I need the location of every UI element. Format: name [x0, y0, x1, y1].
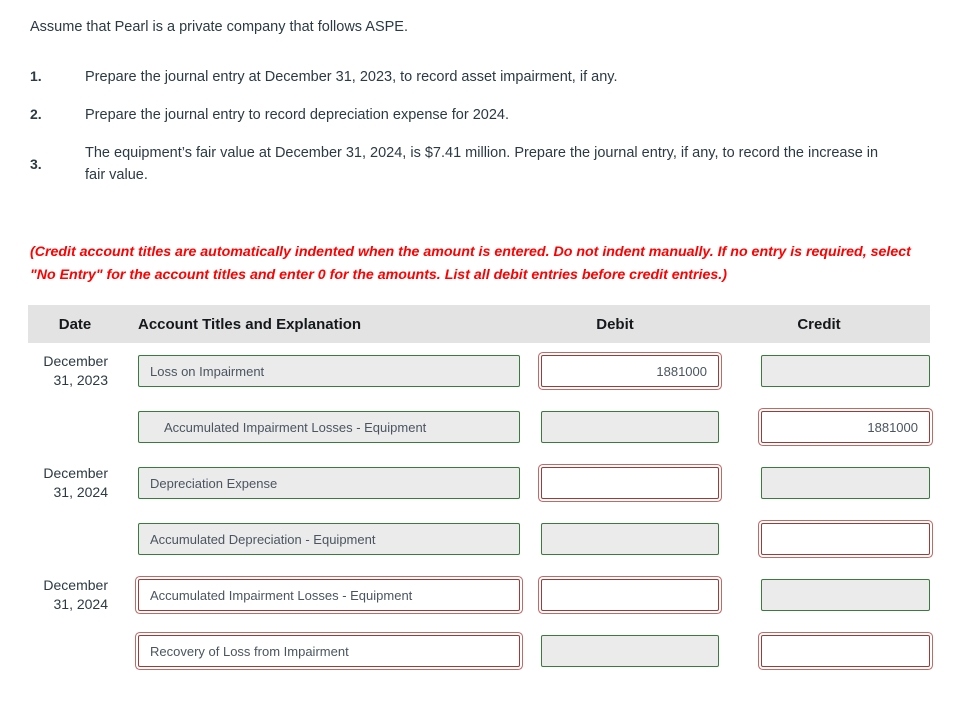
intro-paragraph: Assume that Pearl is a private company t…	[30, 19, 408, 35]
credit-amount-input[interactable]	[761, 355, 930, 387]
account-title-value: Recovery of Loss from Impairment	[150, 643, 349, 659]
account-cell: Accumulated Impairment Losses - Equipmen…	[122, 579, 520, 611]
account-title-input[interactable]: Loss on Impairment	[138, 355, 520, 387]
account-cell: Accumulated Depreciation - Equipment	[122, 523, 520, 555]
requirement-number: 3.	[30, 156, 42, 172]
table-row: Accumulated Impairment Losses - Equipmen…	[28, 399, 930, 455]
credit-amount-value: 1881000	[867, 419, 918, 435]
credit-cell	[730, 467, 930, 499]
account-title-input[interactable]: Recovery of Loss from Impairment	[138, 635, 520, 667]
account-title-input[interactable]: Accumulated Depreciation - Equipment	[138, 523, 520, 555]
table-row: December 31, 2024 Accumulated Impairment…	[28, 567, 930, 623]
account-cell: Loss on Impairment	[122, 355, 520, 387]
debit-amount-input[interactable]	[541, 523, 719, 555]
entry-date: December 31, 2024	[43, 577, 108, 612]
account-title-value: Accumulated Impairment Losses - Equipmen…	[150, 587, 413, 603]
column-header-account: Account Titles and Explanation	[138, 315, 362, 333]
table-row: December 31, 2023 Loss on Impairment 188…	[28, 343, 930, 399]
account-cell: Depreciation Expense	[122, 467, 520, 499]
journal-entry-table: Date Account Titles and Explanation Debi…	[28, 305, 930, 679]
requirement-number: 1.	[30, 68, 42, 84]
entry-date: December 31, 2024	[43, 465, 108, 500]
account-title-value: Depreciation Expense	[150, 475, 278, 491]
debit-cell	[520, 579, 730, 611]
debit-cell	[520, 411, 730, 443]
column-header-date: Date	[58, 315, 92, 333]
debit-cell: 1881000	[520, 355, 730, 387]
table-header-row: Date Account Titles and Explanation Debi…	[28, 305, 930, 343]
account-title-value: Accumulated Depreciation - Equipment	[150, 531, 376, 547]
table-row: December 31, 2024 Depreciation Expense	[28, 455, 930, 511]
credit-cell	[730, 579, 930, 611]
requirement-text: Prepare the journal entry at December 31…	[85, 69, 618, 85]
debit-amount-value: 1881000	[656, 363, 707, 379]
debit-amount-input[interactable]	[541, 467, 719, 499]
requirements-list: 1. Prepare the journal entry at December…	[30, 66, 910, 202]
instruction-note: (Credit account titles are automatically…	[30, 244, 911, 283]
account-title-input[interactable]: Accumulated Impairment Losses - Equipmen…	[138, 579, 520, 611]
credit-cell: 1881000	[730, 411, 930, 443]
account-title-value: Loss on Impairment	[150, 363, 265, 379]
account-title-input[interactable]: Accumulated Impairment Losses - Equipmen…	[138, 411, 520, 443]
account-title-value: Accumulated Impairment Losses - Equipmen…	[164, 419, 427, 435]
entry-date: December 31, 2023	[43, 353, 108, 388]
credit-amount-input[interactable]	[761, 635, 930, 667]
requirement-item: 3. The equipment’s fair value at Decembe…	[30, 142, 910, 186]
requirement-item: 1. Prepare the journal entry at December…	[30, 66, 910, 88]
debit-cell	[520, 523, 730, 555]
credit-amount-input[interactable]	[761, 579, 930, 611]
account-title-input[interactable]: Depreciation Expense	[138, 467, 520, 499]
credit-amount-input[interactable]	[761, 467, 930, 499]
requirement-text: The equipment’s fair value at December 3…	[85, 145, 879, 183]
account-cell: Recovery of Loss from Impairment	[122, 635, 520, 667]
credit-amount-input[interactable]: 1881000	[761, 411, 930, 443]
credit-amount-input[interactable]	[761, 523, 930, 555]
table-row: Accumulated Depreciation - Equipment	[28, 511, 930, 567]
debit-amount-input[interactable]	[541, 635, 719, 667]
requirement-item: 2. Prepare the journal entry to record d…	[30, 104, 910, 126]
column-header-credit: Credit	[797, 315, 841, 333]
debit-cell	[520, 635, 730, 667]
credit-cell	[730, 523, 930, 555]
account-cell: Accumulated Impairment Losses - Equipmen…	[122, 411, 520, 443]
credit-cell	[730, 635, 930, 667]
debit-cell	[520, 467, 730, 499]
column-header-debit: Debit	[596, 315, 634, 333]
debit-amount-input[interactable]: 1881000	[541, 355, 719, 387]
debit-amount-input[interactable]	[541, 579, 719, 611]
requirement-text: Prepare the journal entry to record depr…	[85, 107, 509, 123]
table-row: Recovery of Loss from Impairment	[28, 623, 930, 679]
credit-cell	[730, 355, 930, 387]
debit-amount-input[interactable]	[541, 411, 719, 443]
requirement-number: 2.	[30, 106, 42, 122]
